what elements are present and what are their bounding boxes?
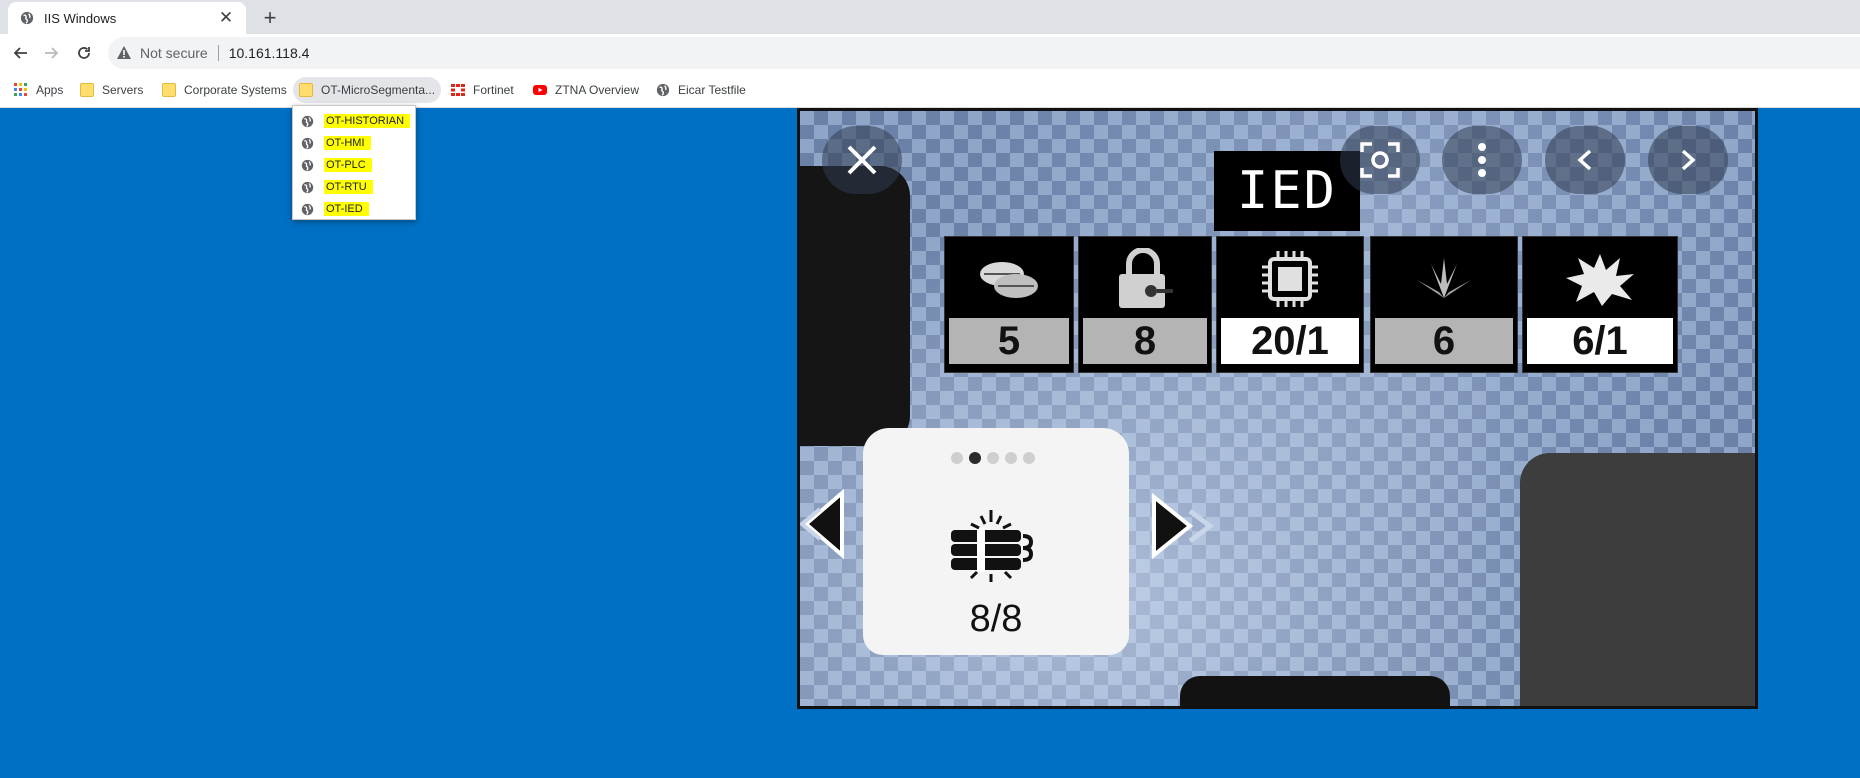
tab-title: IIS Windows xyxy=(44,10,117,26)
chip-icon xyxy=(1262,251,1318,307)
page-indicator xyxy=(951,452,1035,464)
item-card[interactable]: 8/8 xyxy=(863,428,1129,655)
menu-item-ot-historian[interactable]: OT-HISTORIAN xyxy=(293,110,415,132)
card-next-arrow[interactable] xyxy=(1150,493,1220,559)
menu-item-ot-ied[interactable]: OT-IED xyxy=(293,198,415,220)
folder-icon xyxy=(80,83,94,97)
bookmark-fortinet[interactable]: Fortinet xyxy=(445,77,520,103)
stat-value: 6/1 xyxy=(1527,318,1673,364)
folder-icon xyxy=(162,83,176,97)
globe-icon xyxy=(301,137,314,149)
spark-icon xyxy=(1417,258,1471,298)
url-text[interactable]: 10.161.118.4 xyxy=(229,45,310,61)
level-title: IED xyxy=(1214,151,1360,231)
warning-icon xyxy=(117,46,131,59)
new-tab-button[interactable]: + xyxy=(256,4,284,32)
bookmark-ot-microsegmentation[interactable]: OT-MicroSegmenta... xyxy=(293,77,442,103)
bookmark-label: ZTNA Overview xyxy=(555,83,640,97)
page-dot xyxy=(969,452,981,464)
globe-icon xyxy=(20,11,34,25)
menu-item-ot-plc[interactable]: OT-PLC xyxy=(293,154,415,176)
more-vertical-icon xyxy=(1478,143,1486,177)
chevron-right-icon xyxy=(1681,149,1696,171)
close-icon xyxy=(847,145,877,175)
stat-value: 6 xyxy=(1375,318,1513,364)
game-viewport[interactable]: IED 5 8 20/1 6 6/1 8/8 xyxy=(797,108,1758,709)
globe-icon xyxy=(301,181,314,193)
back-button[interactable] xyxy=(6,39,34,67)
bookmark-corporate-systems[interactable]: Corporate Systems xyxy=(156,77,293,103)
menu-item-label: OT-HMI xyxy=(324,136,371,150)
omnibox-divider xyxy=(217,45,219,61)
menu-item-ot-hmi[interactable]: OT-HMI xyxy=(293,132,415,154)
bookmark-apps[interactable]: Apps xyxy=(8,77,69,103)
tab-strip: IIS Windows ✕ + xyxy=(0,0,1860,34)
arrow-left-icon xyxy=(13,47,27,59)
card-count: 8/8 xyxy=(969,598,1023,640)
globe-icon xyxy=(656,83,670,97)
reload-button[interactable] xyxy=(70,39,98,67)
arrow-right-icon xyxy=(45,47,59,59)
bookmark-eicar-testfile[interactable]: Eicar Testfile xyxy=(650,77,752,103)
menu-item-label: OT-IED xyxy=(324,202,369,216)
menu-item-label: OT-HISTORIAN xyxy=(324,114,411,128)
bookmark-label: OT-MicroSegmenta... xyxy=(321,83,436,97)
more-options-button[interactable] xyxy=(1442,126,1522,194)
page-dot xyxy=(1023,452,1035,464)
browser-tab[interactable]: IIS Windows ✕ xyxy=(8,2,246,34)
bookmark-label: Apps xyxy=(36,83,64,97)
bookmark-label: Fortinet xyxy=(473,83,514,97)
stat-tile-pills: 5 xyxy=(944,236,1074,373)
page-dot xyxy=(1005,452,1017,464)
next-button[interactable] xyxy=(1648,126,1728,194)
globe-icon xyxy=(301,115,314,127)
bookmark-folder-menu: OT-HISTORIAN OT-HMI OT-PLC OT-RTU OT-IED xyxy=(292,105,416,220)
card-prev-arrow[interactable] xyxy=(800,489,846,559)
fortinet-logo-icon xyxy=(451,84,465,96)
stat-tile-spark: 6 xyxy=(1370,236,1518,373)
apps-grid-icon xyxy=(14,83,27,96)
pills-icon xyxy=(980,262,1038,298)
globe-icon xyxy=(301,203,314,215)
stat-value: 8 xyxy=(1083,318,1207,364)
forward-button[interactable] xyxy=(38,39,66,67)
stat-tile-lock: 8 xyxy=(1078,236,1212,373)
address-bar[interactable]: Not secure 10.161.118.4 xyxy=(108,37,1860,69)
dynamite-icon xyxy=(951,510,1034,582)
bookmark-ztna-overview[interactable]: ZTNA Overview xyxy=(527,77,645,103)
stat-value: 20/1 xyxy=(1221,318,1359,364)
focus-capture-icon xyxy=(1360,142,1400,178)
stat-tile-chip: 20/1 xyxy=(1216,236,1364,373)
explosion-icon xyxy=(1566,254,1634,306)
bookmark-label: Servers xyxy=(102,83,144,97)
bookmark-servers[interactable]: Servers xyxy=(74,77,149,103)
youtube-icon xyxy=(533,85,547,95)
lock-key-icon xyxy=(1119,248,1173,308)
menu-item-ot-rtu[interactable]: OT-RTU xyxy=(293,176,415,198)
chevron-left-icon xyxy=(1577,149,1592,171)
folder-icon xyxy=(299,83,313,97)
reload-icon xyxy=(78,47,90,59)
dark-shape-left xyxy=(800,166,910,446)
menu-item-label: OT-PLC xyxy=(324,158,372,172)
dark-panel-right xyxy=(1520,453,1755,706)
stat-value: 5 xyxy=(949,318,1069,364)
bookmark-label: Eicar Testfile xyxy=(678,83,746,97)
screenshot-button[interactable] xyxy=(1340,126,1420,194)
page-dot xyxy=(987,452,999,464)
menu-item-label: OT-RTU xyxy=(324,180,373,194)
bookmarks-bar: Apps Servers Corporate Systems OT-MicroS… xyxy=(0,72,1860,108)
stat-tile-explosion: 6/1 xyxy=(1522,236,1678,373)
toolbar: Not secure 10.161.118.4 xyxy=(0,34,1860,72)
close-icon[interactable]: ✕ xyxy=(214,6,238,30)
globe-icon xyxy=(301,159,314,171)
security-status[interactable]: Not secure xyxy=(140,45,208,61)
bookmark-label: Corporate Systems xyxy=(184,83,287,97)
dark-shape-bottom xyxy=(1180,676,1450,706)
page-dot xyxy=(951,452,963,464)
previous-button[interactable] xyxy=(1545,126,1625,194)
close-game-button[interactable] xyxy=(822,126,902,194)
